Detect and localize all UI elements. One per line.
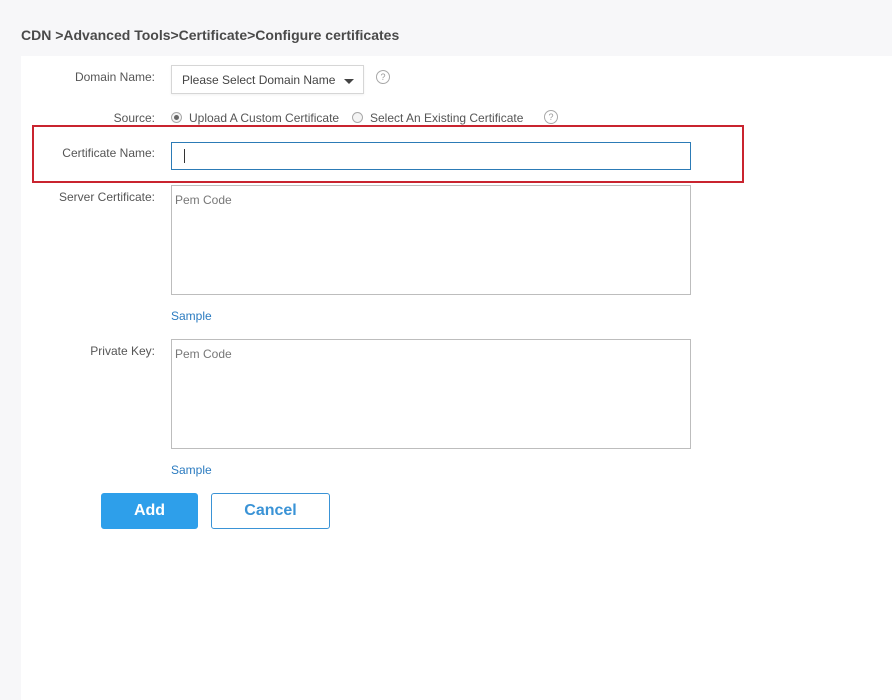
add-button[interactable]: Add	[101, 493, 198, 529]
domain-name-label: Domain Name:	[74, 70, 155, 84]
radio-select-existing-certificate[interactable]	[352, 112, 363, 123]
private-key-placeholder: Pem Code	[175, 347, 232, 361]
private-key-label: Private Key:	[90, 344, 155, 358]
radio-upload-custom-certificate-label[interactable]: Upload A Custom Certificate	[189, 111, 339, 125]
domain-name-select-value: Please Select Domain Name	[182, 73, 336, 87]
certificate-name-label: Certificate Name:	[62, 146, 155, 160]
server-certificate-label: Server Certificate:	[58, 190, 155, 204]
chevron-down-icon	[344, 79, 354, 84]
text-cursor	[184, 149, 185, 163]
radio-select-existing-certificate-label[interactable]: Select An Existing Certificate	[370, 111, 523, 125]
help-icon[interactable]: ?	[376, 70, 390, 84]
breadcrumb: CDN >Advanced Tools>Certificate>Configur…	[21, 27, 400, 43]
cancel-button[interactable]: Cancel	[211, 493, 330, 529]
private-key-sample-link[interactable]: Sample	[171, 463, 212, 477]
source-label: Source:	[113, 111, 155, 125]
radio-upload-custom-certificate[interactable]	[171, 112, 182, 123]
domain-name-select[interactable]: Please Select Domain Name	[171, 65, 364, 94]
server-certificate-textarea[interactable]: Pem Code	[171, 185, 691, 295]
private-key-textarea[interactable]: Pem Code	[171, 339, 691, 449]
server-certificate-placeholder: Pem Code	[175, 193, 232, 207]
help-icon[interactable]: ?	[544, 110, 558, 124]
certificate-name-input[interactable]	[171, 142, 691, 170]
server-certificate-sample-link[interactable]: Sample	[171, 309, 212, 323]
